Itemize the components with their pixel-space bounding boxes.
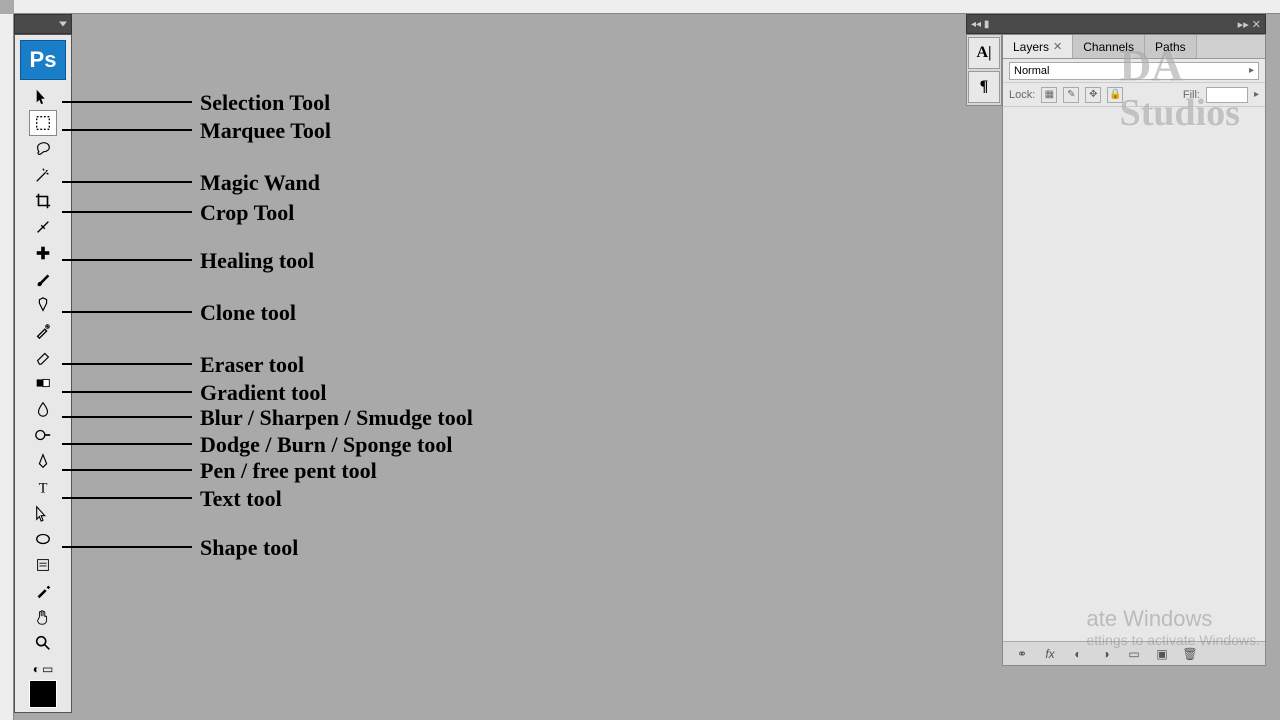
svg-text:T: T <box>39 480 48 496</box>
blur-tool[interactable] <box>29 396 57 422</box>
collapse-arrows-icon: ◂◂ ▮ <box>971 19 989 30</box>
app-logo: Ps <box>20 40 66 80</box>
layers-panel: Layers✕ Channels Paths Normal Lock: ▦ ✎ … <box>1002 34 1266 666</box>
shape-tool[interactable] <box>29 526 57 552</box>
connector-line <box>62 391 192 393</box>
pen-tool[interactable] <box>29 448 57 474</box>
tool-label-heal: Healing tool <box>200 248 314 274</box>
tool-label-crop: Crop Tool <box>200 200 294 226</box>
tool-label-gradient: Gradient tool <box>200 380 327 406</box>
ruler-horizontal <box>14 0 1280 14</box>
eraser-tool[interactable] <box>29 344 57 370</box>
quickmask-icon[interactable]: ◐ <box>33 662 40 676</box>
screenmode-icon[interactable]: ▭ <box>42 662 53 676</box>
tab-paths[interactable]: Paths <box>1145 35 1197 58</box>
link-icon[interactable]: ⚭ <box>1011 646 1033 662</box>
connector-line <box>62 416 192 418</box>
tool-label-marquee: Marquee Tool <box>200 118 331 144</box>
connector-line <box>62 211 192 213</box>
foreground-color[interactable] <box>29 680 57 708</box>
tab-layers[interactable]: Layers✕ <box>1003 35 1073 58</box>
fill-label: Fill: <box>1183 89 1200 101</box>
tool-label-selection: Selection Tool <box>200 90 330 116</box>
text-tool[interactable]: T <box>29 474 57 500</box>
crop-tool[interactable] <box>29 188 57 214</box>
tool-label-eraser: Eraser tool <box>200 352 304 378</box>
character-button[interactable]: A| <box>968 37 1000 69</box>
connector-line <box>62 546 192 548</box>
gradient-tool[interactable] <box>29 370 57 396</box>
toolbar-collapse[interactable] <box>14 14 72 34</box>
fx-icon[interactable]: fx <box>1039 646 1061 662</box>
fill-input[interactable] <box>1206 87 1248 103</box>
tool-label-dodge: Dodge / Burn / Sponge tool <box>200 432 452 458</box>
activate-windows: ate Windows ettings to activate Windows. <box>1086 606 1260 648</box>
lock-pixels-icon[interactable]: ✎ <box>1063 87 1079 103</box>
eyedropper-tool[interactable] <box>29 578 57 604</box>
connector-line <box>62 259 192 261</box>
wand-tool[interactable] <box>29 162 57 188</box>
close-icon[interactable]: ✕ <box>1053 40 1062 53</box>
connector-line <box>62 469 192 471</box>
marquee-tool[interactable] <box>29 110 57 136</box>
clone-tool[interactable] <box>29 292 57 318</box>
character-panel-collapsed: A| ¶ <box>966 34 1002 106</box>
blend-mode-select[interactable]: Normal <box>1009 62 1259 80</box>
connector-line <box>62 311 192 313</box>
tool-label-pen: Pen / free pent tool <box>200 458 377 484</box>
ruler-vertical <box>0 14 14 720</box>
layers-list[interactable] <box>1003 107 1265 643</box>
zoom-tool[interactable] <box>29 630 57 656</box>
connector-line <box>62 443 192 445</box>
lock-label: Lock: <box>1009 89 1035 101</box>
connector-line <box>62 101 192 103</box>
brush-tool[interactable] <box>29 266 57 292</box>
tool-label-wand: Magic Wand <box>200 170 320 196</box>
paragraph-button[interactable]: ¶ <box>968 71 1000 103</box>
connector-line <box>62 181 192 183</box>
tools-panel: Ps T ◐ ▭ <box>14 34 72 713</box>
lasso-tool[interactable] <box>29 136 57 162</box>
dodge-tool[interactable] <box>29 422 57 448</box>
tab-channels[interactable]: Channels <box>1073 35 1145 58</box>
lock-position-icon[interactable]: ✥ <box>1085 87 1101 103</box>
healing-tool[interactable] <box>29 240 57 266</box>
hand-tool[interactable] <box>29 604 57 630</box>
lock-all-icon[interactable]: 🔒 <box>1107 87 1123 103</box>
connector-line <box>62 363 192 365</box>
right-panel-header[interactable]: ◂◂ ▮ ▸▸ ✕ <box>966 14 1266 34</box>
tool-label-blur: Blur / Sharpen / Smudge tool <box>200 405 473 431</box>
menu-icon[interactable]: ▸▸ ✕ <box>1238 18 1261 31</box>
history-brush-tool[interactable] <box>29 318 57 344</box>
connector-line <box>62 497 192 499</box>
path-tool[interactable] <box>29 500 57 526</box>
connector-line <box>62 129 192 131</box>
move-tool[interactable] <box>29 84 57 110</box>
tool-label-clone: Clone tool <box>200 300 296 326</box>
tool-label-shape: Shape tool <box>200 535 298 561</box>
notes-tool[interactable] <box>29 552 57 578</box>
tool-label-text: Text tool <box>200 486 282 512</box>
slice-tool[interactable] <box>29 214 57 240</box>
lock-transparency-icon[interactable]: ▦ <box>1041 87 1057 103</box>
